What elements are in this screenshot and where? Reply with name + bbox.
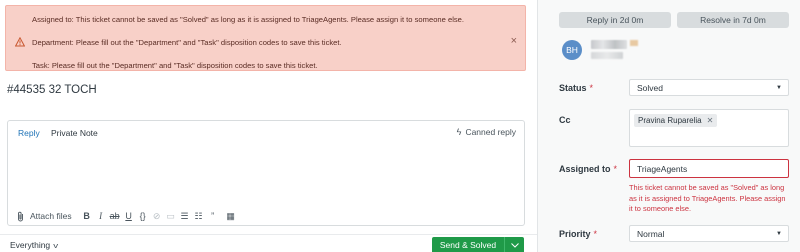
validation-alert: Assigned to: This ticket cannot be saved… xyxy=(5,5,526,71)
bulleted-list-button[interactable]: ☰ xyxy=(178,209,192,223)
lightning-icon: ϟ xyxy=(456,127,462,137)
remove-tag-icon[interactable]: ✕ xyxy=(707,116,714,125)
underline-button[interactable]: U xyxy=(122,209,136,223)
alert-message-task: Task: Please fill out the "Department" a… xyxy=(32,61,318,70)
requester-email-redacted xyxy=(591,52,623,59)
alert-message-assigned: Assigned to: This ticket cannot be saved… xyxy=(32,15,465,24)
view-selector[interactable]: Everything v xyxy=(10,240,58,250)
assigned-to-label-text: Assigned to xyxy=(559,164,611,174)
cc-field[interactable]: Pravina Ruparelia ✕ xyxy=(629,109,789,147)
tab-reply[interactable]: Reply xyxy=(18,128,40,138)
submit-options-chevron-icon[interactable] xyxy=(504,237,524,252)
strikethrough-button[interactable]: ab xyxy=(108,209,122,223)
quote-button[interactable]: ” xyxy=(206,209,220,223)
alert-message-department: Department: Please fill out the "Departm… xyxy=(32,38,342,47)
canned-reply-label: Canned reply xyxy=(465,127,516,137)
bold-button[interactable]: B xyxy=(80,209,94,223)
ticket-properties-sidebar: Reply in 2d 0m Resolve in 7d 0m BH Statu… xyxy=(537,0,800,252)
assigned-to-error: This ticket cannot be saved as "Solved" … xyxy=(629,183,786,213)
ticket-footer: Everything v Send & Solved xyxy=(0,234,537,252)
required-asterisk: * xyxy=(589,83,594,93)
cc-tag-label: Pravina Ruparelia xyxy=(638,116,702,125)
table-button[interactable]: ▦ xyxy=(224,209,238,223)
link-icon[interactable]: ⊘ xyxy=(150,209,164,223)
priority-label-text: Priority xyxy=(559,229,591,239)
requester-name-redacted xyxy=(591,40,627,49)
composer-toolbar: Attach files B I ab U {} ⊘ ▭ ☰ ☷ ” ▦ xyxy=(13,209,238,223)
assigned-to-input[interactable]: TriageAgents xyxy=(629,159,789,178)
send-and-solved-button[interactable]: Send & Solved xyxy=(432,237,504,252)
submit-button-group: Send & Solved xyxy=(432,237,524,252)
sla-resolve-badge[interactable]: Resolve in 7d 0m xyxy=(677,12,789,28)
dropdown-caret-icon: ▼ xyxy=(776,231,782,237)
priority-select[interactable]: Normal ▼ xyxy=(629,225,789,242)
canned-reply-button[interactable]: ϟ Canned reply xyxy=(457,127,516,137)
tab-private-note[interactable]: Private Note xyxy=(51,128,98,138)
required-asterisk: * xyxy=(613,164,618,174)
code-button[interactable]: {} xyxy=(136,209,150,223)
cc-tag: Pravina Ruparelia ✕ xyxy=(634,114,718,127)
status-label-text: Status xyxy=(559,83,587,93)
sla-reply-badge[interactable]: Reply in 2d 0m xyxy=(559,12,671,28)
requester-name-redacted-extra xyxy=(630,40,638,46)
reply-composer[interactable]: Reply Private Note ϟ Canned reply Attach … xyxy=(7,120,525,226)
status-value: Solved xyxy=(637,82,663,93)
chevron-down-icon: v xyxy=(53,243,59,250)
priority-value: Normal xyxy=(637,228,665,239)
status-label: Status * xyxy=(559,83,593,93)
required-asterisk: * xyxy=(593,229,598,239)
dropdown-caret-icon: ▼ xyxy=(776,85,782,91)
priority-label: Priority * xyxy=(559,229,597,239)
image-icon[interactable]: ▭ xyxy=(164,209,178,223)
attach-files-button[interactable]: Attach files xyxy=(27,209,74,223)
warning-triangle-icon xyxy=(15,37,25,47)
italic-button[interactable]: I xyxy=(94,209,108,223)
alert-close-button[interactable]: × xyxy=(511,35,517,47)
view-selector-label: Everything xyxy=(10,240,51,250)
ticket-main-pane: Assigned to: This ticket cannot be saved… xyxy=(0,0,537,252)
ticket-title[interactable]: #44535 32 TOCH xyxy=(7,84,97,96)
numbered-list-button[interactable]: ☷ xyxy=(192,209,206,223)
assigned-to-label: Assigned to * xyxy=(559,164,617,174)
cc-label: Cc xyxy=(559,115,571,125)
paperclip-icon[interactable] xyxy=(13,209,27,223)
requester-avatar[interactable]: BH xyxy=(562,40,582,60)
status-select[interactable]: Solved ▼ xyxy=(629,79,789,96)
